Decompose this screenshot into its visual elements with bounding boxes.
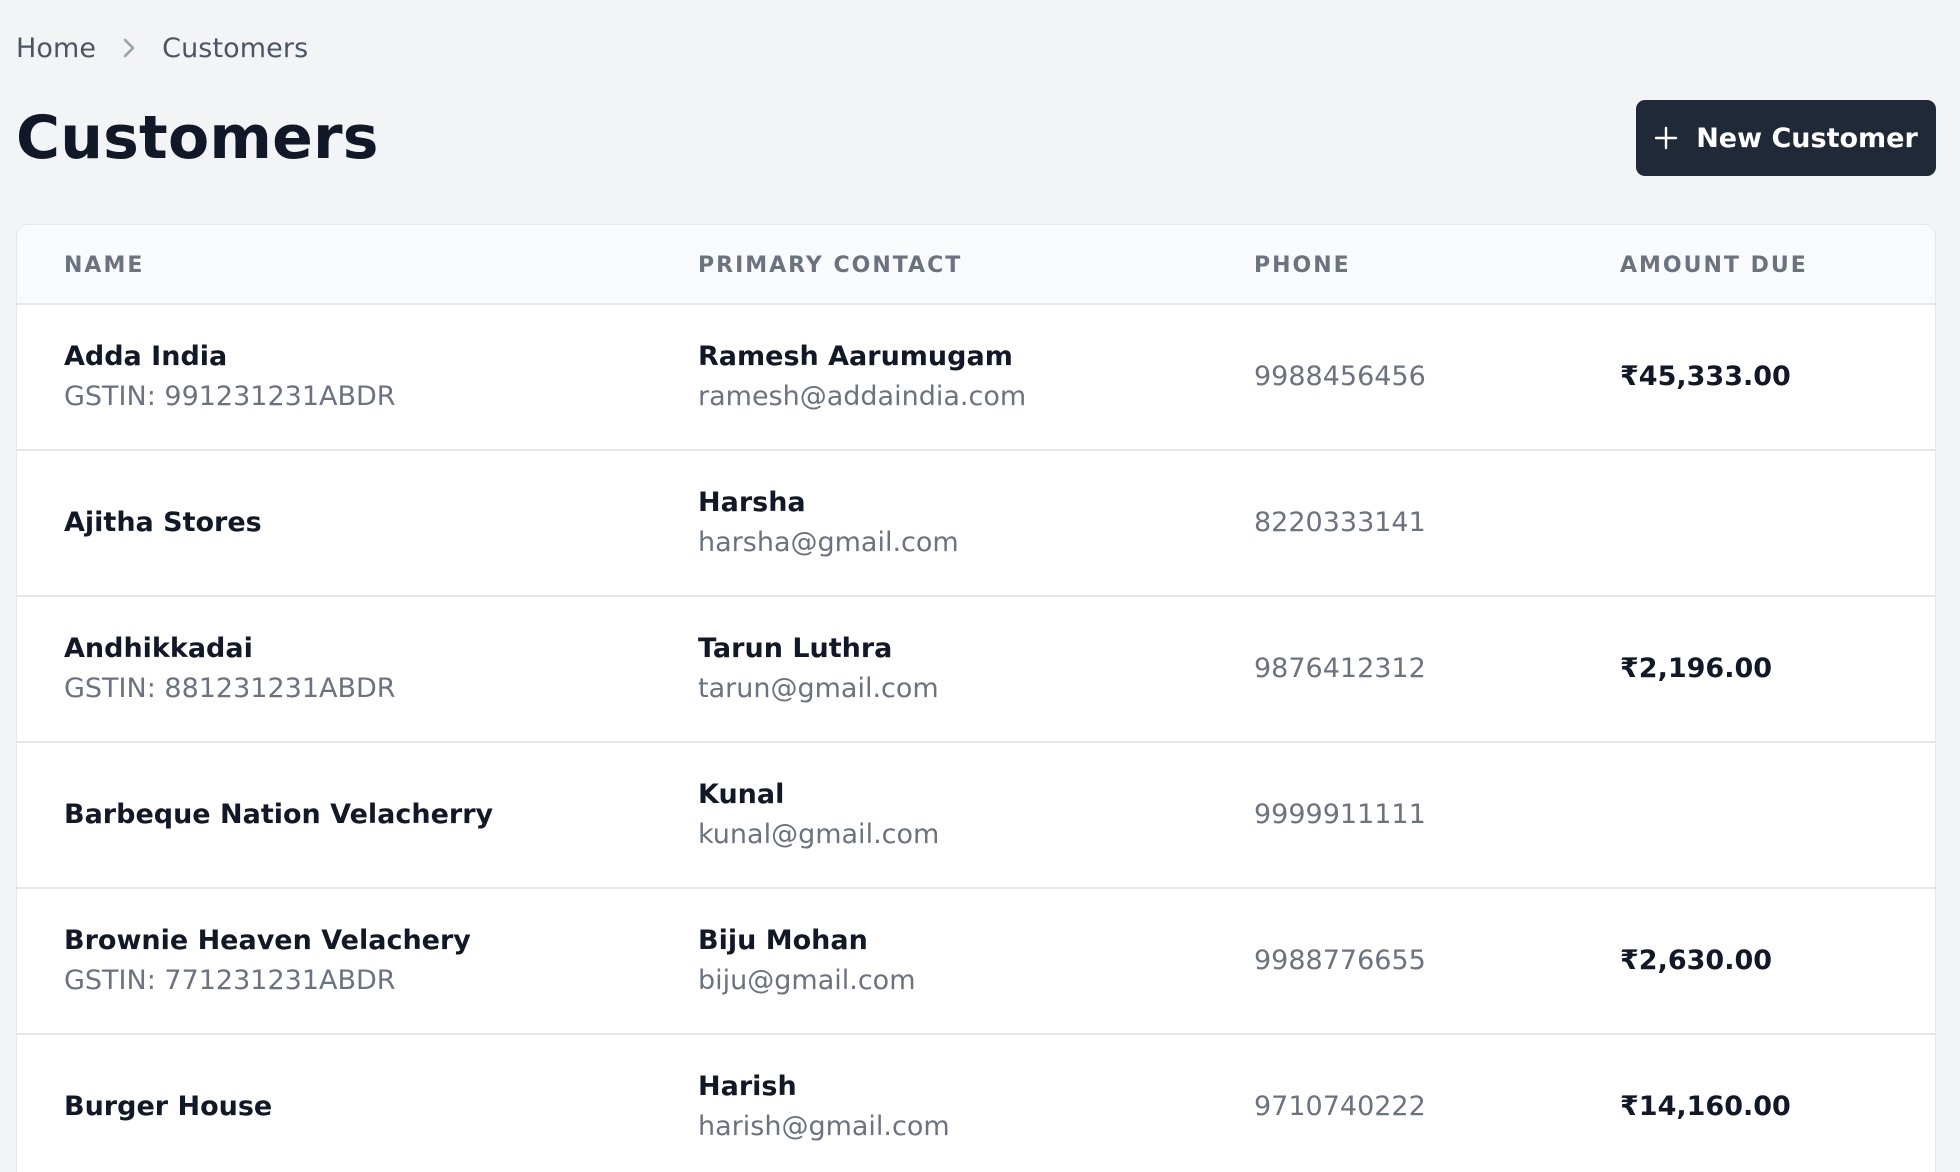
contact-name: Kunal [698,779,785,810]
cell-customer-name: Adda India GSTIN: 991231231ABDR [64,305,396,449]
cell-amount-due: ₹14,160.00 [1620,1035,1791,1172]
cell-amount-due: ₹2,630.00 [1620,889,1772,1033]
customer-name[interactable]: Burger House [64,1087,272,1127]
table-body: Adda India GSTIN: 991231231ABDR Ramesh Aar… [17,305,1935,1172]
phone-number: 9999911111 [1254,799,1426,830]
table-header: Name Primary Contact Phone Amount Due [17,225,1935,305]
contact-name: Tarun Luthra [698,633,893,664]
cell-customer-name: Barbeque Nation Velacherry [64,743,493,887]
customer-name[interactable]: Brownie Heaven Velachery [64,921,471,961]
contact-name: Biju Mohan [698,925,868,956]
column-header-name[interactable]: Name [64,225,144,305]
contact-email: harsha@gmail.com [698,527,959,558]
cell-customer-name: Andhikkadai GSTIN: 881231231ABDR [64,597,396,741]
phone-number: 9988456456 [1254,361,1426,392]
plus-icon [1654,126,1678,150]
table-row[interactable]: Adda India GSTIN: 991231231ABDR Ramesh Aar… [17,305,1935,451]
customer-gstin: GSTIN: 881231231ABDR [64,673,396,704]
contact-email: biju@gmail.com [698,965,916,996]
cell-phone: 9876412312 [1254,597,1426,741]
table-row[interactable]: Burger House Harish harish@gmail.com 971074… [17,1035,1935,1172]
amount-due: ₹2,630.00 [1620,945,1773,976]
contact-name: Harsha [698,487,806,518]
new-customer-button-label: New Customer [1696,122,1918,154]
customers-page: Home Customers Customers New Customer Na… [0,0,1960,1172]
cell-phone: 9999911111 [1254,743,1426,887]
cell-amount-due: ₹2,196.00 [1620,597,1772,741]
contact-email: ramesh@addaindia.com [698,381,1027,412]
cell-phone: 9988456456 [1254,305,1426,449]
cell-amount-due: ₹45,333.00 [1620,305,1791,449]
contact-name: Harish [698,1071,797,1102]
amount-due: ₹14,160.00 [1620,1091,1791,1122]
customers-table: Name Primary Contact Phone Amount Due Ad… [16,224,1936,1172]
customer-gstin: GSTIN: 771231231ABDR [64,965,396,996]
customer-name[interactable]: Adda India [64,337,396,377]
cell-customer-name: Burger House [64,1035,272,1172]
chevron-right-icon [122,37,136,59]
breadcrumb: Home Customers [16,30,308,66]
customer-name[interactable]: Ajitha Stores [64,503,262,543]
amount-due: ₹45,333.00 [1620,361,1791,392]
page-title: Customers [16,103,379,173]
phone-number: 9988776655 [1254,945,1426,976]
phone-number: 8220333141 [1254,507,1426,538]
customer-gstin: GSTIN: 991231231ABDR [64,381,396,412]
customer-name[interactable]: Barbeque Nation Velacherry [64,795,493,835]
customer-name[interactable]: Andhikkadai [64,629,396,669]
table-row[interactable]: Andhikkadai GSTIN: 881231231ABDR Tarun Lut… [17,597,1935,743]
table-row[interactable]: Brownie Heaven Velachery GSTIN: 771231231… [17,889,1935,1035]
cell-primary-contact: Harish harish@gmail.com [698,1035,950,1172]
cell-customer-name: Ajitha Stores [64,451,262,595]
contact-email: kunal@gmail.com [698,819,940,850]
cell-primary-contact: Biju Mohan biju@gmail.com [698,889,916,1033]
phone-number: 9876412312 [1254,653,1426,684]
amount-due: ₹2,196.00 [1620,653,1773,684]
cell-customer-name: Brownie Heaven Velachery GSTIN: 771231231… [64,889,471,1033]
cell-phone: 9710740222 [1254,1035,1426,1172]
cell-primary-contact: Tarun Luthra tarun@gmail.com [698,597,939,741]
cell-primary-contact: Ramesh Aarumugam ramesh@addaindia.com [698,305,1026,449]
cell-phone: 8220333141 [1254,451,1426,595]
contact-email: tarun@gmail.com [698,673,939,704]
cell-phone: 9988776655 [1254,889,1426,1033]
cell-primary-contact: Harsha harsha@gmail.com [698,451,959,595]
contact-name: Ramesh Aarumugam [698,341,1013,372]
cell-primary-contact: Kunal kunal@gmail.com [698,743,939,887]
column-header-amount-due[interactable]: Amount Due [1620,225,1808,305]
table-row[interactable]: Barbeque Nation Velacherry Kunal kunal@gma… [17,743,1935,889]
phone-number: 9710740222 [1254,1091,1426,1122]
table-row[interactable]: Ajitha Stores Harsha harsha@gmail.com 82203… [17,451,1935,597]
breadcrumb-customers-link[interactable]: Customers [162,33,308,64]
contact-email: harish@gmail.com [698,1111,950,1142]
column-header-phone[interactable]: Phone [1254,225,1351,305]
breadcrumb-home-link[interactable]: Home [16,33,96,64]
new-customer-button[interactable]: New Customer [1636,100,1936,176]
column-header-primary-contact[interactable]: Primary Contact [698,225,962,305]
